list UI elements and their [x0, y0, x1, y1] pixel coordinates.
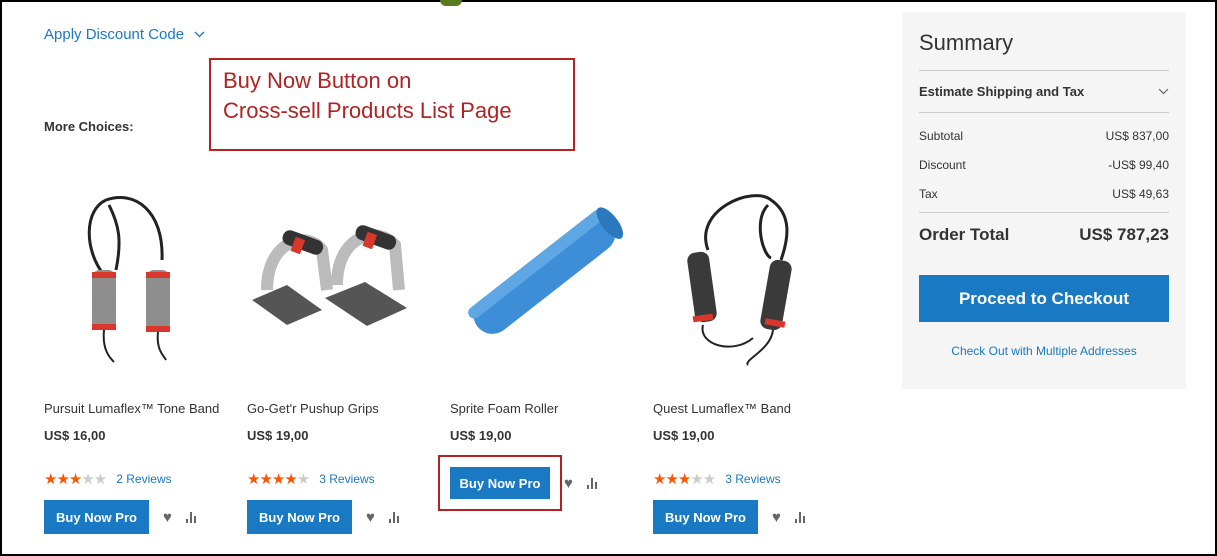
order-total-row: Order Total US$ 787,23 — [919, 225, 1169, 245]
apply-discount-toggle[interactable]: Apply Discount Code — [44, 26, 205, 43]
more-choices-heading: More Choices: — [44, 119, 134, 134]
rating-stars-icon: ★★★★★ — [653, 471, 716, 488]
subtotal-row: Subtotal US$ 837,00 — [919, 121, 1169, 150]
annotation-callout: Buy Now Button on Cross-sell Products Li… — [209, 58, 575, 151]
compare-icon[interactable] — [586, 477, 597, 489]
order-total-label: Order Total — [919, 225, 1010, 244]
proceed-to-checkout-button[interactable]: Proceed to Checkout — [919, 275, 1169, 322]
rating-stars-icon: ★★★★★ — [247, 471, 310, 488]
wishlist-heart-icon[interactable]: ♥ — [564, 475, 573, 492]
product-price: US$ 19,00 — [450, 428, 512, 443]
product-image[interactable] — [653, 180, 843, 370]
logo-fragment — [440, 0, 462, 6]
compare-icon[interactable] — [185, 511, 196, 523]
product-rating: ★★★★★ 2 Reviews — [44, 470, 172, 488]
wishlist-heart-icon[interactable]: ♥ — [366, 509, 375, 526]
row-value: US$ 49,63 — [1112, 186, 1169, 201]
product-price: US$ 19,00 — [247, 428, 309, 443]
discount-row: Discount -US$ 99,40 — [919, 150, 1169, 179]
row-label: Subtotal — [919, 128, 964, 143]
estimate-shipping-toggle[interactable]: Estimate Shipping and Tax — [919, 70, 1169, 113]
multiple-addresses-link[interactable]: Check Out with Multiple Addresses — [919, 344, 1169, 358]
product-image[interactable] — [450, 180, 640, 370]
product-rating: ★★★★★ 3 Reviews — [247, 470, 375, 488]
annotation-highlight-box — [438, 455, 562, 511]
tax-row: Tax US$ 49,63 — [919, 179, 1169, 208]
product-name[interactable]: Go-Get'r Pushup Grips — [247, 401, 379, 416]
product-price: US$ 19,00 — [653, 428, 715, 443]
product-price: US$ 16,00 — [44, 428, 106, 443]
rating-stars-icon: ★★★★★ — [44, 471, 107, 488]
apply-discount-label: Apply Discount Code — [44, 26, 185, 43]
reviews-link[interactable]: 2 Reviews — [116, 472, 171, 486]
product-name[interactable]: Sprite Foam Roller — [450, 401, 558, 416]
row-value: -US$ 99,40 — [1108, 157, 1169, 172]
order-total-value: US$ 787,23 — [1079, 225, 1169, 244]
wishlist-heart-icon[interactable]: ♥ — [163, 509, 172, 526]
compare-icon[interactable] — [388, 511, 399, 523]
estimate-shipping-label: Estimate Shipping and Tax — [919, 84, 1085, 99]
buy-now-pro-button[interactable]: Buy Now Pro — [653, 500, 758, 534]
row-label: Tax — [919, 186, 938, 201]
product-name[interactable]: Pursuit Lumaflex™ Tone Band — [44, 401, 219, 416]
reviews-link[interactable]: 3 Reviews — [319, 472, 374, 486]
order-summary: Summary Estimate Shipping and Tax Subtot… — [902, 12, 1186, 389]
row-label: Discount — [919, 157, 966, 172]
annotation-line-2: Cross-sell Products List Page — [223, 98, 512, 123]
buy-now-pro-button[interactable]: Buy Now Pro — [247, 500, 352, 534]
product-actions: Buy Now Pro ♥ — [653, 500, 805, 534]
row-value: US$ 837,00 — [1105, 128, 1169, 143]
annotation-line-1: Buy Now Button on — [223, 68, 412, 93]
buy-now-pro-button[interactable]: Buy Now Pro — [44, 500, 149, 534]
product-rating: ★★★★★ 3 Reviews — [653, 470, 781, 488]
compare-icon[interactable] — [794, 511, 805, 523]
product-name[interactable]: Quest Lumaflex™ Band — [653, 401, 791, 416]
product-actions: Buy Now Pro ♥ — [44, 500, 196, 534]
chevron-down-icon — [1158, 88, 1169, 95]
chevron-down-icon — [194, 31, 205, 38]
wishlist-heart-icon[interactable]: ♥ — [772, 509, 781, 526]
reviews-link[interactable]: 3 Reviews — [725, 472, 780, 486]
product-actions: Buy Now Pro ♥ — [247, 500, 399, 534]
summary-title: Summary — [919, 30, 1014, 55]
totals-rows: Subtotal US$ 837,00 Discount -US$ 99,40 … — [919, 121, 1169, 213]
product-image[interactable] — [247, 180, 437, 370]
product-image[interactable] — [44, 180, 234, 370]
